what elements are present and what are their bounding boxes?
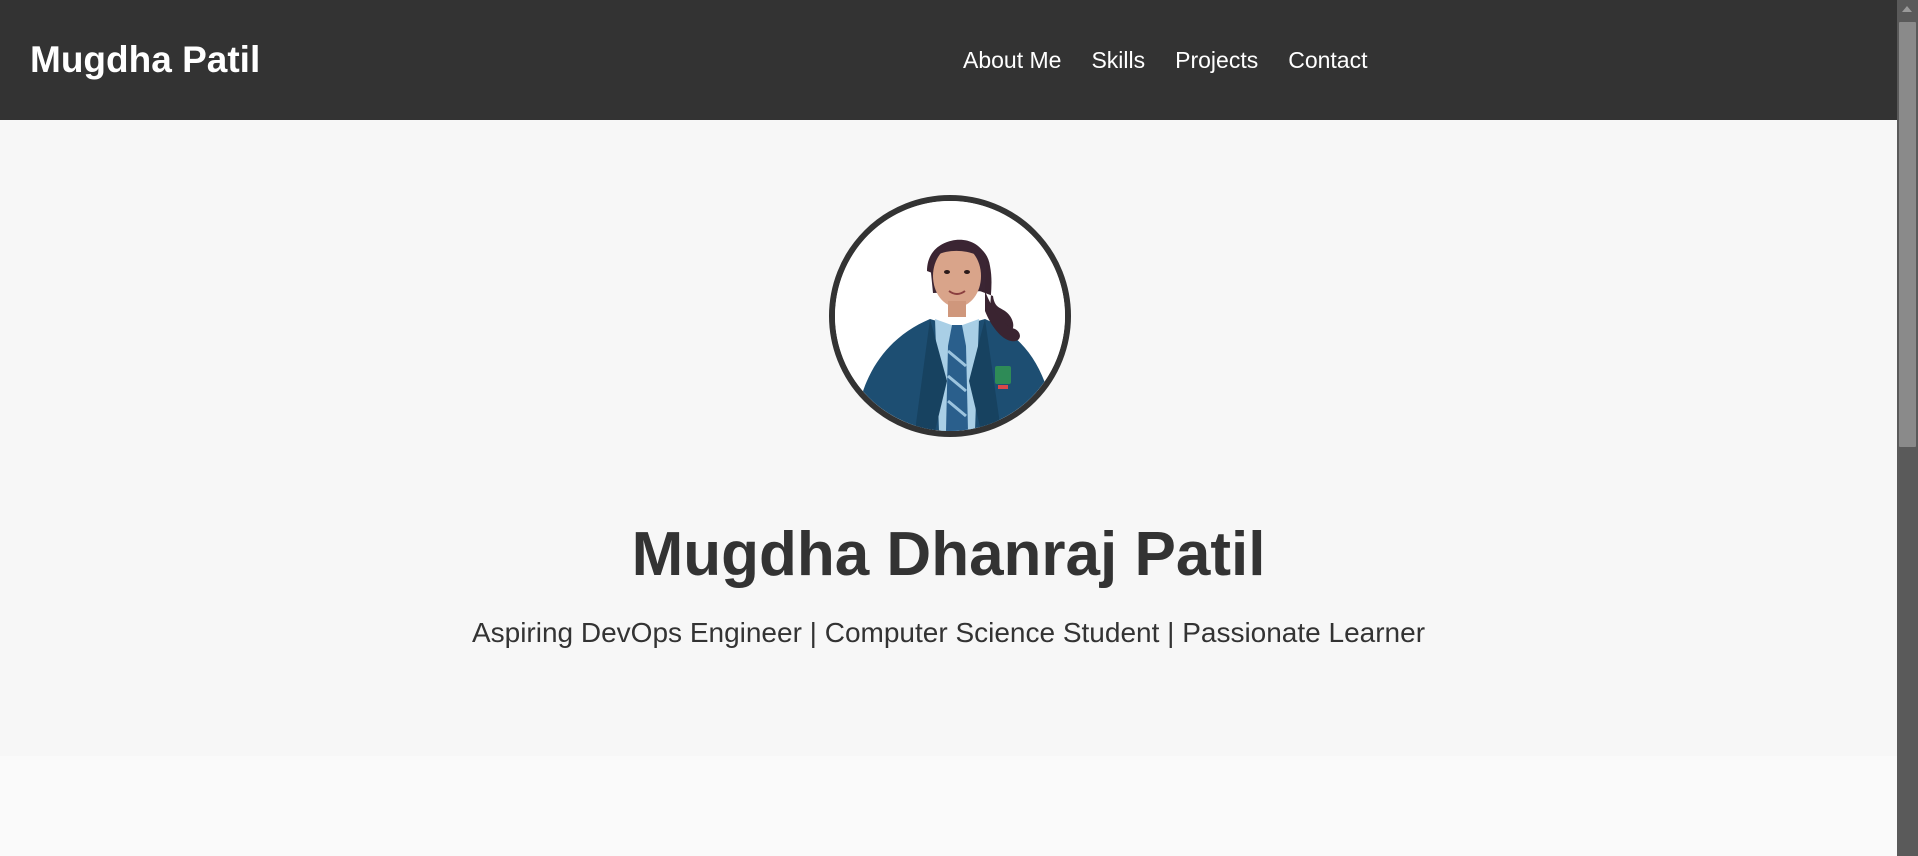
content-area (0, 756, 1897, 856)
hero-tagline: Aspiring DevOps Engineer | Computer Scie… (471, 617, 1426, 648)
nav-menu: About Me Skills Projects Contact (963, 44, 1367, 76)
vertical-scrollbar[interactable] (1897, 0, 1918, 856)
portfolio-page: Mugdha Patil About Me Skills Projects Co… (0, 0, 1918, 856)
nav-link-projects[interactable]: Projects (1175, 44, 1258, 76)
nav-link-skills[interactable]: Skills (1091, 44, 1145, 76)
scroll-up-arrow-icon[interactable] (1902, 6, 1912, 12)
nav-link-contact[interactable]: Contact (1288, 44, 1367, 76)
scrollbar-thumb[interactable] (1899, 22, 1916, 447)
hero-section: Mugdha Dhanraj Patil Aspiring DevOps Eng… (0, 120, 1897, 756)
hero-name: Mugdha Dhanraj Patil (631, 520, 1266, 589)
nav-link-about-me[interactable]: About Me (963, 44, 1061, 76)
brand-logo[interactable]: Mugdha Patil (30, 36, 260, 84)
profile-photo-illustration (835, 201, 1065, 431)
navbar: Mugdha Patil About Me Skills Projects Co… (0, 0, 1897, 120)
profile-photo (829, 195, 1071, 437)
